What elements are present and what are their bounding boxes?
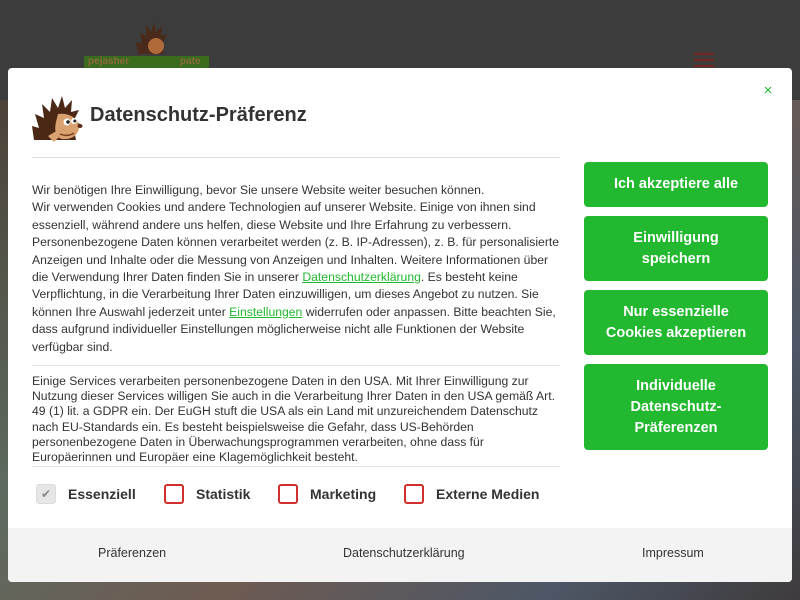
divider	[32, 466, 560, 467]
site-logo[interactable]: pejasher pate	[84, 20, 209, 70]
dialog-footer: Präferenzen Datenschutzerklärung Impress…	[8, 528, 792, 582]
category-label: Essenziell	[68, 486, 136, 502]
save-consent-button[interactable]: Einwilligung speichern	[584, 216, 768, 281]
hedgehog-logo-icon	[136, 22, 167, 54]
usa-data-notice: Einige Services verarbeiten personenbezo…	[32, 374, 555, 465]
individual-preferences-button[interactable]: Individuelle Datenschutz-Präferenzen	[584, 364, 768, 450]
category-statistik[interactable]: Statistik	[164, 480, 250, 508]
category-label[interactable]: Marketing	[310, 486, 376, 502]
privacy-policy-link[interactable]: Datenschutzerklärung	[302, 270, 421, 284]
logo-text-left: pejasher	[88, 56, 130, 67]
essential-only-button[interactable]: Nur essenzielle Cookies akzeptieren	[584, 290, 768, 355]
logo-text-right: pate	[180, 56, 201, 67]
consent-categories: ✔ Essenziell Statistik Marketing Externe…	[32, 480, 572, 508]
category-marketing[interactable]: Marketing	[278, 480, 376, 508]
divider	[32, 157, 560, 158]
statistik-checkbox[interactable]	[164, 484, 184, 504]
footer-privacy-link[interactable]: Datenschutzerklärung	[343, 546, 465, 560]
consent-description: Wir benötigen Ihre Einwilligung, bevor S…	[32, 182, 564, 356]
divider	[32, 365, 560, 366]
close-icon[interactable]: ×	[760, 82, 776, 100]
category-essenziell: ✔ Essenziell	[36, 480, 136, 508]
description-intro: Wir benötigen Ihre Einwilligung, bevor S…	[32, 183, 485, 197]
accept-all-button[interactable]: Ich akzeptiere alle	[584, 162, 768, 207]
dialog-title: Datenschutz-Präferenz	[90, 104, 307, 126]
privacy-consent-dialog: × Datenschutz-Präferenz Wir benötigen Ih…	[8, 68, 792, 582]
hedgehog-mascot-icon	[32, 96, 83, 142]
settings-link[interactable]: Einstellungen	[229, 305, 302, 319]
category-label[interactable]: Externe Medien	[436, 486, 539, 502]
footer-preferences-link[interactable]: Präferenzen	[98, 546, 166, 560]
category-label[interactable]: Statistik	[196, 486, 250, 502]
essenziell-checkbox: ✔	[36, 484, 56, 504]
externe-medien-checkbox[interactable]	[404, 484, 424, 504]
footer-imprint-link[interactable]: Impressum	[642, 546, 704, 560]
marketing-checkbox[interactable]	[278, 484, 298, 504]
category-externe-medien[interactable]: Externe Medien	[404, 480, 539, 508]
